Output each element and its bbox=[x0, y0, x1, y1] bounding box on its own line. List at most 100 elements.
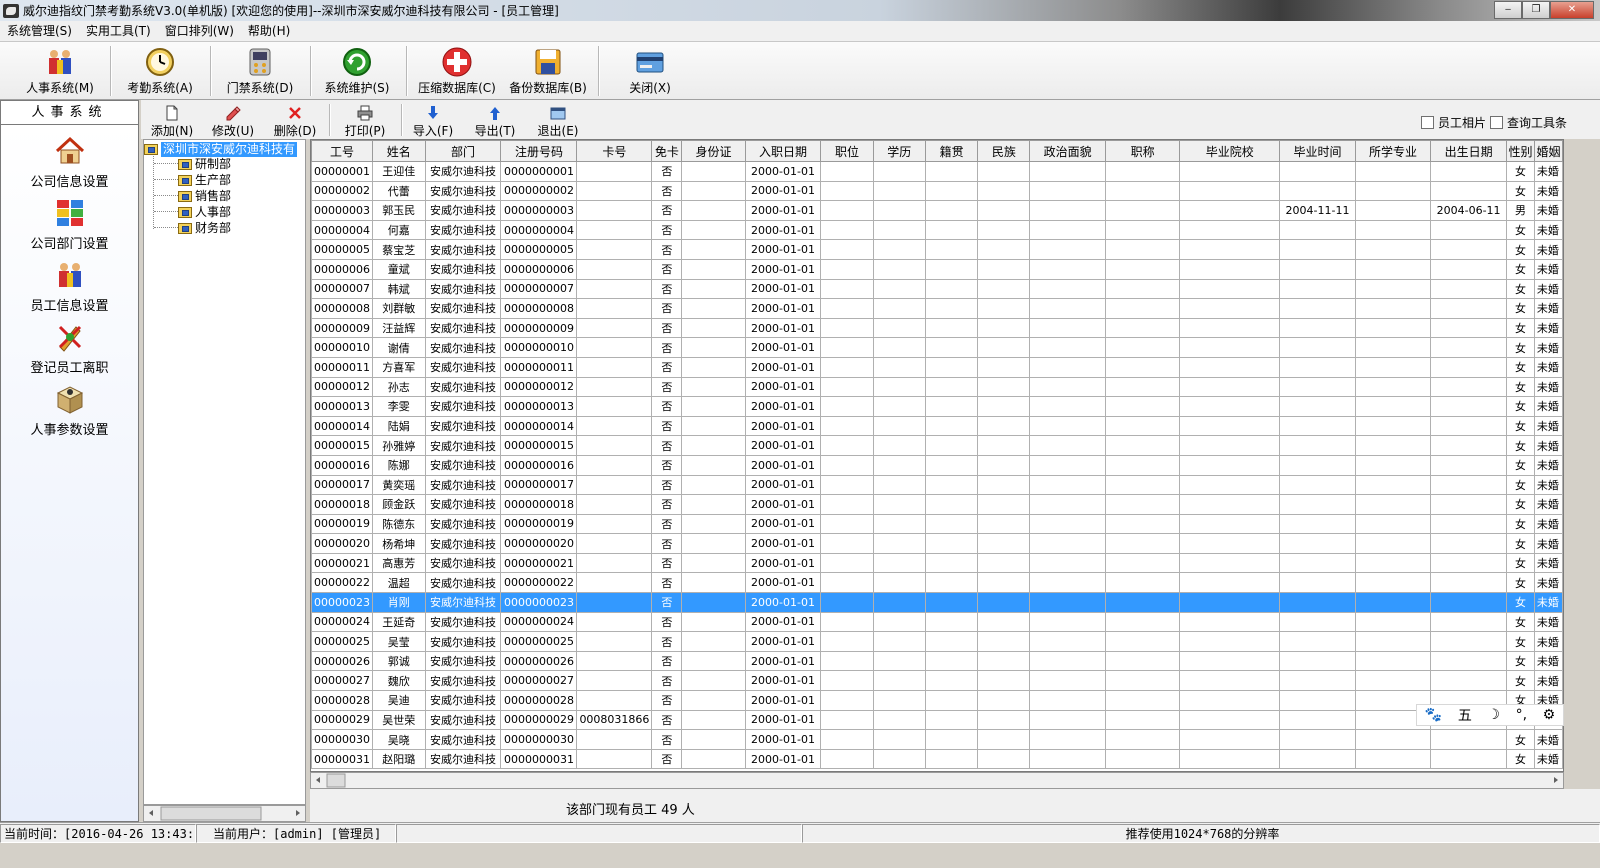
table-cell[interactable]: 0000000024 bbox=[500, 611, 578, 633]
table-cell[interactable] bbox=[1354, 356, 1432, 378]
table-row[interactable]: 00000028 吴迪 安威尔迪科技 0000000028 否 2000-01-01 女未婚 bbox=[311, 690, 1563, 711]
table-cell[interactable] bbox=[924, 180, 979, 202]
table-row[interactable]: 00000026 郭诚 安威尔迪科技 0000000026 否 2000-01-01 女未婚 bbox=[311, 650, 1563, 672]
column-header[interactable]: 身份证 bbox=[681, 140, 746, 162]
table-cell[interactable] bbox=[1279, 161, 1356, 182]
table-cell[interactable] bbox=[872, 376, 926, 398]
table-cell[interactable] bbox=[576, 650, 653, 672]
table-cell[interactable]: 2000-01-01 bbox=[744, 219, 822, 241]
table-cell[interactable] bbox=[1179, 317, 1281, 339]
table-cell[interactable]: 安威尔迪科技 bbox=[424, 533, 502, 554]
table-cell[interactable]: 0000000018 bbox=[500, 494, 578, 515]
table-cell[interactable] bbox=[1104, 748, 1181, 770]
table-cell[interactable]: 0000000001 bbox=[500, 161, 578, 182]
table-cell[interactable] bbox=[1029, 474, 1106, 496]
table-cell[interactable] bbox=[681, 690, 746, 711]
tree-node-rd[interactable]: 研制部 bbox=[178, 156, 231, 172]
table-cell[interactable]: 温超 bbox=[372, 572, 426, 594]
table-cell[interactable] bbox=[1279, 709, 1356, 731]
table-cell[interactable] bbox=[681, 513, 746, 535]
table-cell[interactable] bbox=[820, 552, 874, 574]
table-cell[interactable]: 否 bbox=[651, 552, 683, 574]
table-cell[interactable]: 女 bbox=[1506, 670, 1535, 692]
table-cell[interactable] bbox=[681, 748, 746, 770]
table-cell[interactable] bbox=[1354, 611, 1432, 633]
table-cell[interactable] bbox=[1279, 592, 1356, 613]
table-cell[interactable] bbox=[1179, 690, 1281, 711]
table-cell[interactable] bbox=[872, 180, 926, 202]
table-cell[interactable]: 00000015 bbox=[311, 435, 373, 456]
table-cell[interactable] bbox=[872, 729, 926, 750]
table-cell[interactable]: 女 bbox=[1506, 317, 1535, 339]
table-cell[interactable] bbox=[1104, 317, 1181, 339]
table-cell[interactable] bbox=[681, 533, 746, 554]
table-cell[interactable] bbox=[1029, 317, 1106, 339]
table-cell[interactable]: 00000014 bbox=[311, 415, 373, 437]
table-cell[interactable] bbox=[576, 690, 653, 711]
table-cell[interactable] bbox=[1179, 258, 1281, 280]
table-cell[interactable]: 00000011 bbox=[311, 356, 373, 378]
table-cell[interactable]: 00000028 bbox=[311, 690, 373, 711]
table-cell[interactable] bbox=[1279, 513, 1356, 535]
table-cell[interactable] bbox=[1354, 239, 1432, 260]
table-cell[interactable] bbox=[1279, 239, 1356, 260]
table-cell[interactable] bbox=[1104, 709, 1181, 731]
table-cell[interactable] bbox=[820, 670, 874, 692]
table-cell[interactable] bbox=[1179, 592, 1281, 613]
table-cell[interactable]: 否 bbox=[651, 454, 683, 476]
table-cell[interactable] bbox=[924, 611, 979, 633]
table-cell[interactable] bbox=[872, 356, 926, 378]
table-cell[interactable]: 2000-01-01 bbox=[744, 161, 822, 182]
table-cell[interactable] bbox=[1279, 356, 1356, 378]
table-cell[interactable]: 0000000003 bbox=[500, 200, 578, 221]
table-cell[interactable] bbox=[576, 200, 653, 221]
table-cell[interactable]: 0000000013 bbox=[500, 396, 578, 417]
table-row[interactable]: 00000009 汪益辉 安威尔迪科技 0000000009 否 2000-01-01 女未… bbox=[311, 317, 1563, 339]
table-cell[interactable] bbox=[576, 454, 653, 476]
table-cell[interactable] bbox=[1179, 219, 1281, 241]
table-cell[interactable]: 未婚 bbox=[1533, 592, 1563, 613]
table-cell[interactable] bbox=[1279, 396, 1356, 417]
table-cell[interactable] bbox=[820, 454, 874, 476]
table-cell[interactable] bbox=[924, 337, 979, 358]
ime-settings-icon[interactable]: ⚙ bbox=[1543, 707, 1556, 723]
table-cell[interactable] bbox=[872, 219, 926, 241]
table-cell[interactable] bbox=[1104, 552, 1181, 574]
table-cell[interactable]: 2000-01-01 bbox=[744, 415, 822, 437]
table-cell[interactable] bbox=[1279, 533, 1356, 554]
table-cell[interactable] bbox=[820, 474, 874, 496]
table-cell[interactable] bbox=[924, 748, 979, 770]
table-cell[interactable] bbox=[820, 592, 874, 613]
table-cell[interactable]: 00000012 bbox=[311, 376, 373, 398]
table-cell[interactable] bbox=[1179, 376, 1281, 398]
table-cell[interactable]: 男 bbox=[1506, 200, 1535, 221]
table-row[interactable]: 00000018 顾金跃 安威尔迪科技 0000000018 否 2000-01-01 女未… bbox=[311, 494, 1563, 515]
table-cell[interactable] bbox=[872, 435, 926, 456]
table-cell[interactable] bbox=[681, 494, 746, 515]
table-cell[interactable]: 2000-01-01 bbox=[744, 298, 822, 319]
table-cell[interactable] bbox=[1430, 219, 1507, 241]
menu-window[interactable]: 窗口排列(W) bbox=[158, 21, 241, 41]
table-cell[interactable] bbox=[1179, 631, 1281, 652]
table-cell[interactable]: 顾金跃 bbox=[372, 494, 426, 515]
table-cell[interactable] bbox=[1179, 709, 1281, 731]
restore-button[interactable]: ❐ bbox=[1522, 1, 1550, 19]
table-cell[interactable]: 2000-01-01 bbox=[744, 709, 822, 731]
column-header[interactable]: 性别 bbox=[1506, 140, 1535, 162]
table-cell[interactable] bbox=[977, 180, 1031, 202]
table-cell[interactable]: 安威尔迪科技 bbox=[424, 435, 502, 456]
table-cell[interactable] bbox=[576, 572, 653, 594]
table-cell[interactable]: 否 bbox=[651, 748, 683, 770]
table-cell[interactable] bbox=[681, 670, 746, 692]
table-cell[interactable] bbox=[1430, 161, 1507, 182]
ime-toolbar[interactable]: 🐾 五 ☽ °, ⚙ bbox=[1416, 704, 1564, 726]
table-cell[interactable]: 安威尔迪科技 bbox=[424, 709, 502, 731]
table-cell[interactable]: 0000000011 bbox=[500, 356, 578, 378]
table-cell[interactable] bbox=[977, 161, 1031, 182]
table-cell[interactable]: 肖刚 bbox=[372, 592, 426, 613]
column-header[interactable]: 毕业时间 bbox=[1279, 140, 1356, 162]
table-cell[interactable]: 未婚 bbox=[1533, 611, 1563, 633]
table-cell[interactable]: 2000-01-01 bbox=[744, 513, 822, 535]
table-cell[interactable]: 李雯 bbox=[372, 396, 426, 417]
table-cell[interactable]: 2000-01-01 bbox=[744, 356, 822, 378]
